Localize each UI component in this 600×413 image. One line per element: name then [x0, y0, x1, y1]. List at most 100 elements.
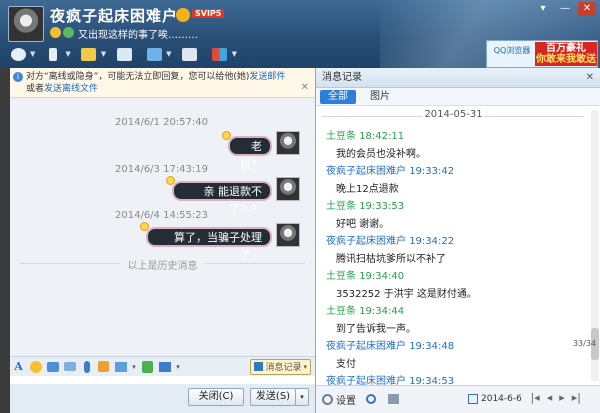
emoji-icon[interactable] [29, 360, 42, 373]
message-timestamp: 19:33:53 [359, 201, 405, 212]
notice-text-or: 或者 [26, 84, 45, 94]
message-timestamp: 19:34:44 [359, 306, 405, 317]
settings-button[interactable]: 设置 [322, 392, 356, 407]
settings-label: 设置 [336, 395, 356, 407]
transfer-file-button[interactable] [77, 44, 101, 64]
close-notice-icon[interactable]: ✕ [301, 82, 309, 94]
sender-name: 土豆条 [326, 271, 356, 282]
close-history-icon[interactable]: ✕ [586, 68, 594, 88]
history-footer: 设置 2014-6-6 |◂ ◂ ▸ ▸| [316, 385, 600, 413]
history-title: 消息记录 [316, 68, 600, 88]
magic-expression-icon[interactable] [63, 360, 76, 373]
send-button[interactable]: 发送(S) [250, 388, 296, 406]
date-picker[interactable]: 2014-6-6 [468, 392, 530, 406]
search-button[interactable] [366, 392, 376, 406]
message-time: 2014/6/3 17:43:19 [115, 164, 209, 175]
chat-panel: i 对方“离线或隐身”，可能无法立即回复，您可以给他(她)发送邮件 或者发送离线… [10, 68, 315, 413]
contact-signature: 又出现这样的事了唉……… [78, 30, 198, 41]
create-group-button[interactable] [112, 44, 136, 64]
message-timestamp: 19:33:42 [409, 166, 455, 177]
prev-page-icon[interactable]: ◂ [547, 391, 553, 404]
sender-name: 夜疯子起床困难户 [326, 341, 406, 352]
music-icon[interactable] [141, 360, 154, 373]
chevron-down-icon[interactable]: ▼ [232, 50, 237, 58]
online-status-icon [63, 27, 74, 38]
info-icon: i [13, 72, 23, 82]
vip-badge[interactable]: SVIP5 [192, 9, 225, 18]
minimize-button[interactable]: — [556, 2, 574, 16]
last-page-icon[interactable]: ▸| [572, 391, 581, 404]
screenshot-icon[interactable] [158, 360, 171, 373]
sender-name: 土豆条 [326, 201, 356, 212]
sender-name: 夜疯子起床困难户 [326, 376, 406, 385]
monitor-icon [146, 47, 162, 61]
chevron-down-icon[interactable]: ▼ [166, 50, 171, 58]
message-timestamp: 19:34:48 [409, 341, 455, 352]
contact-avatar[interactable] [8, 6, 44, 42]
history-entry-header: 土豆条 18:42:11 [326, 127, 404, 142]
apps-button[interactable] [208, 44, 232, 64]
sound-button[interactable] [388, 392, 399, 406]
send-options-button[interactable]: ▾ [295, 388, 309, 406]
record-icon [254, 362, 264, 371]
divider [322, 116, 422, 117]
history-entry-header: 夜疯子起床困难户 19:34:48 [326, 337, 454, 352]
chevron-down-icon[interactable]: ▾ [175, 360, 181, 373]
close-window-button[interactable]: ✕ [578, 2, 596, 16]
history-tabs: 全部 图片 [316, 88, 600, 106]
history-message: 好吧 谢谢。 [336, 219, 390, 230]
status-icons [50, 27, 74, 38]
camera-icon [10, 47, 26, 61]
gear-icon [322, 393, 333, 405]
ad-text: 百万豪礼 你敢来我敢送 [535, 42, 597, 66]
sender-name: 夜疯子起床困难户 [326, 166, 406, 177]
history-date: 2014-05-31 [424, 109, 483, 120]
divider [205, 263, 305, 264]
send-email-link[interactable]: 发送邮件 [249, 72, 285, 82]
contact-nickname: 夜疯子起床困难户 [50, 7, 179, 25]
chevron-down-icon[interactable]: ▼ [30, 50, 35, 58]
send-image-icon[interactable] [114, 360, 127, 373]
sender-avatar[interactable] [276, 131, 300, 155]
message-bubble: 算了，当骗子处理了。 [146, 227, 272, 262]
message-record-button[interactable]: 消息记录 ▾ [250, 358, 311, 375]
bubble-decoration-icon [140, 222, 149, 231]
chevron-down-icon[interactable]: ▾ [131, 360, 137, 373]
calendar-icon [468, 394, 478, 404]
voice-call-button[interactable] [41, 44, 65, 64]
history-message: 支付 [336, 359, 356, 370]
offline-notice: i 对方“离线或隐身”，可能无法立即回复，您可以给他(她)发送邮件 或者发送离线… [10, 68, 315, 98]
window-header: 夜疯子起床困难户 SVIP5 又出现这样的事了唉……… ▾ — ✕ ▼ ▼ ▼ … [0, 0, 600, 68]
font-icon[interactable]: A [12, 360, 25, 373]
date-separator: 2014-05-31 [316, 109, 591, 123]
browser-ad-banner[interactable]: QQ浏览器 百万豪礼 你敢来我敢送 [486, 40, 598, 68]
history-list: 2014-05-31 土豆条 18:42:11 我的会员也没补啊。 夜疯子起床困… [316, 106, 600, 385]
share-screen-button[interactable] [178, 44, 202, 64]
send-offline-file-link[interactable]: 发送离线文件 [44, 84, 98, 94]
message-record-label: 消息记录 [265, 363, 302, 373]
page-navigation: |◂ ◂ ▸ ▸| [530, 391, 581, 404]
selected-date: 2014-6-6 [481, 394, 522, 404]
remote-assist-button[interactable] [142, 44, 166, 64]
vibrate-icon[interactable] [46, 360, 59, 373]
first-page-icon[interactable]: |◂ [530, 391, 539, 404]
tab-all[interactable]: 全部 [320, 90, 356, 104]
close-button[interactable]: 关闭(C) [188, 388, 244, 406]
history-entry-header: 夜疯子起床困难户 19:33:42 [326, 162, 454, 177]
sender-avatar[interactable] [276, 223, 300, 247]
chevron-down-icon[interactable]: ▼ [101, 50, 106, 58]
video-call-button[interactable] [6, 44, 30, 64]
doodle-icon[interactable] [97, 360, 110, 373]
message-time: 2014/6/4 14:55:23 [115, 210, 209, 221]
menu-button[interactable]: ▾ [534, 2, 552, 16]
message-history-panel: 消息记录 ✕ 全部 图片 2014-05-31 土豆条 18:42:11 我的会… [315, 68, 600, 413]
next-page-icon[interactable]: ▸ [559, 391, 565, 404]
history-entry-header: 土豆条 19:33:53 [326, 197, 404, 212]
chevron-down-icon[interactable]: ▼ [65, 50, 70, 58]
screen-share-icon [182, 47, 198, 61]
tab-pictures[interactable]: 图片 [362, 90, 398, 104]
sender-avatar[interactable] [276, 177, 300, 201]
bubble-decoration-icon [166, 176, 175, 185]
voice-message-icon[interactable] [80, 360, 93, 373]
history-separator-label: 以上是历史消息 [127, 261, 198, 272]
